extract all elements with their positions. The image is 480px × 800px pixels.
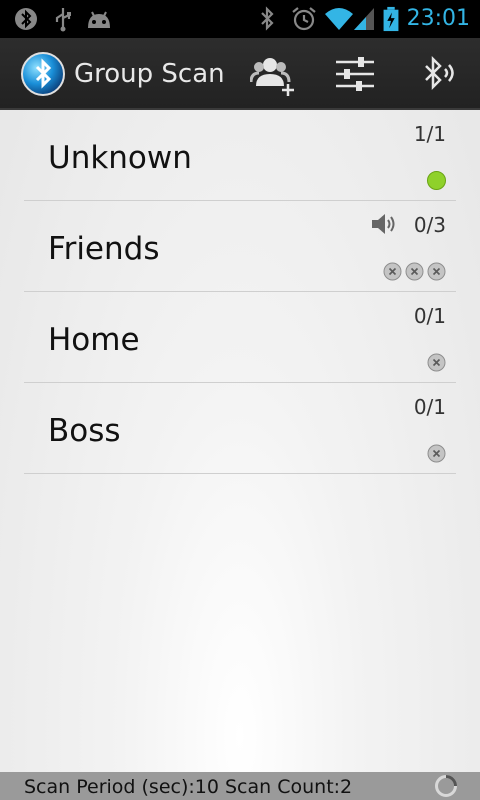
action-bar: Group Scan bbox=[0, 38, 480, 110]
group-name: Home bbox=[48, 322, 140, 358]
bluetooth-scan-button[interactable] bbox=[410, 48, 466, 100]
device-status-list bbox=[427, 444, 446, 463]
device-status-list bbox=[383, 262, 446, 281]
device-missing-icon bbox=[427, 262, 446, 281]
group-row-unknown[interactable]: Unknown 1/1 bbox=[24, 110, 456, 201]
add-group-button[interactable] bbox=[242, 48, 298, 100]
group-list: Unknown 1/1 Friends 0/3 Home 0/1 Boss 0/… bbox=[24, 110, 456, 474]
status-time: 23:01 bbox=[406, 6, 470, 31]
status-bar: 23:01 bbox=[0, 0, 480, 38]
device-missing-icon bbox=[427, 353, 446, 372]
add-group-icon bbox=[250, 58, 294, 96]
device-found-icon bbox=[427, 171, 446, 190]
loading-spinner-icon bbox=[435, 775, 457, 797]
group-name: Unknown bbox=[48, 140, 192, 176]
group-name: Boss bbox=[48, 413, 121, 449]
scan-status-text: Scan Period (sec):10 Scan Count:2 bbox=[24, 776, 353, 798]
group-count: 1/1 bbox=[413, 122, 446, 146]
android-icon bbox=[88, 11, 110, 28]
group-row-home[interactable]: Home 0/1 bbox=[24, 292, 456, 383]
device-status-list bbox=[427, 353, 446, 372]
group-count: 0/1 bbox=[413, 304, 446, 328]
bluetooth-icon bbox=[261, 6, 274, 31]
device-missing-icon bbox=[427, 444, 446, 463]
bluetooth-scan-icon bbox=[425, 55, 454, 91]
scan-status-bar: Scan Period (sec):10 Scan Count:2 bbox=[0, 772, 480, 800]
wifi-icon bbox=[325, 8, 353, 30]
device-missing-icon bbox=[405, 262, 424, 281]
group-count: 0/1 bbox=[413, 395, 446, 419]
speaker-icon bbox=[372, 214, 395, 234]
settings-button[interactable] bbox=[326, 48, 382, 100]
app-logo-icon bbox=[21, 52, 65, 96]
usb-icon bbox=[55, 8, 71, 32]
group-name: Friends bbox=[48, 231, 160, 267]
bluetooth-notification-icon bbox=[15, 8, 37, 30]
app-title: Group Scan bbox=[74, 59, 225, 89]
device-missing-icon bbox=[383, 262, 402, 281]
settings-sliders-icon bbox=[336, 57, 374, 91]
alarm-icon bbox=[292, 7, 316, 31]
device-status-list bbox=[427, 171, 446, 190]
group-count: 0/3 bbox=[413, 213, 446, 237]
group-row-friends[interactable]: Friends 0/3 bbox=[24, 201, 456, 292]
signal-icon bbox=[354, 8, 374, 30]
group-row-boss[interactable]: Boss 0/1 bbox=[24, 383, 456, 474]
battery-charging-icon bbox=[383, 6, 399, 32]
